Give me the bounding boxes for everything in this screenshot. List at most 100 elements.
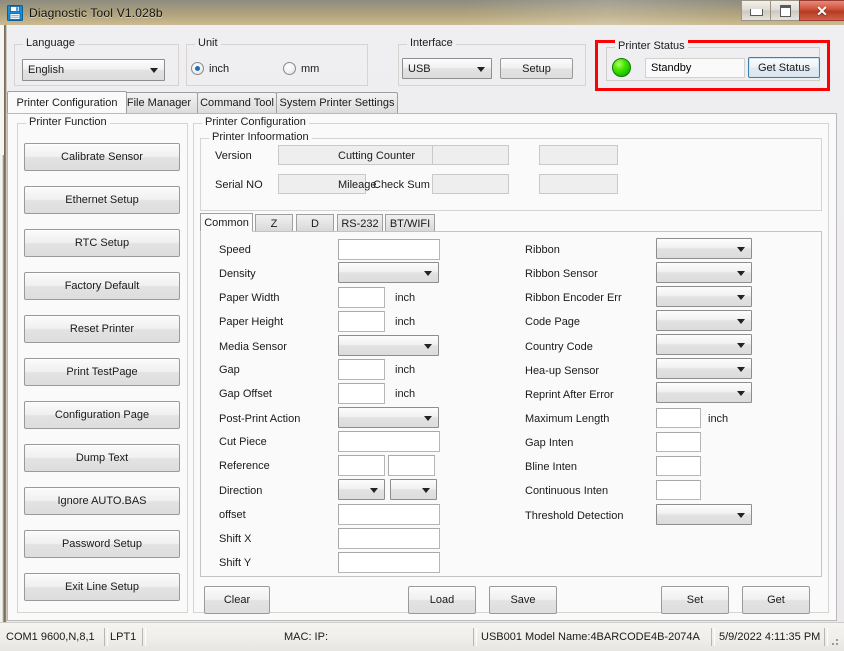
maximum-length-input[interactable] — [656, 408, 701, 428]
tab-file-manager[interactable]: File Manager — [120, 92, 198, 113]
factory-default-label: Factory Default — [64, 280, 140, 292]
speed-label: Speed — [219, 244, 251, 256]
close-button[interactable]: ✕ — [799, 0, 844, 21]
reset-printer-button[interactable]: Reset Printer — [24, 315, 180, 343]
exit-line-setup-button[interactable]: Exit Line Setup — [24, 573, 180, 601]
ribbon-select[interactable] — [656, 238, 752, 259]
calibrate-sensor-button[interactable]: Calibrate Sensor — [24, 143, 180, 171]
interface-setup-button[interactable]: Setup — [500, 58, 573, 79]
close-icon: ✕ — [816, 2, 828, 19]
continuous-inten-input[interactable] — [656, 480, 701, 500]
print-testpage-button[interactable]: Print TestPage — [24, 358, 180, 386]
chevron-down-icon — [737, 512, 745, 518]
status-separator-2 — [142, 628, 146, 646]
interface-select[interactable]: USB — [402, 58, 492, 79]
threshold-detection-select[interactable] — [656, 504, 752, 525]
printer-function-legend: Printer Function — [26, 116, 110, 128]
save-button[interactable]: Save — [489, 586, 557, 614]
reprint-after-error-select[interactable] — [656, 382, 752, 403]
configuration-page-button[interactable]: Configuration Page — [24, 401, 180, 429]
gap-input[interactable] — [338, 359, 385, 380]
status-usb-model-cell: USB001 Model Name:4BARCODE4B-2074A — [481, 627, 700, 647]
tab-printer-configuration-label: Printer Configuration — [16, 96, 118, 109]
interface-value: USB — [408, 62, 431, 75]
media-sensor-label: Media Sensor — [219, 341, 287, 353]
paper-height-input[interactable] — [338, 311, 385, 332]
reference-input-x[interactable] — [338, 455, 385, 476]
password-setup-button[interactable]: Password Setup — [24, 530, 180, 558]
shift-x-label: Shift X — [219, 533, 252, 545]
speed-input[interactable] — [338, 239, 440, 260]
subtab-d[interactable]: D — [296, 214, 334, 232]
chevron-down-icon — [150, 68, 158, 73]
code-page-select[interactable] — [656, 310, 752, 331]
radio-dot-icon — [283, 62, 296, 75]
subtab-rs232[interactable]: RS-232 — [337, 214, 383, 232]
mileage-field-1[interactable] — [432, 174, 509, 194]
ribbon-sensor-select[interactable] — [656, 262, 752, 283]
get-button[interactable]: Get — [742, 586, 810, 614]
gap-offset-input[interactable] — [338, 383, 385, 404]
hea-up-sensor-label: Hea-up Sensor — [525, 365, 599, 377]
get-status-label: Get Status — [758, 61, 810, 74]
dump-text-button[interactable]: Dump Text — [24, 444, 180, 472]
hea-up-sensor-select[interactable] — [656, 358, 752, 379]
clear-button[interactable]: Clear — [204, 586, 270, 614]
shift-x-input[interactable] — [338, 528, 440, 549]
unit-radio-inch[interactable]: inch — [191, 62, 229, 75]
offset-input[interactable] — [338, 504, 440, 525]
chevron-down-icon — [737, 342, 745, 348]
chevron-down-icon — [737, 390, 745, 396]
unit-radio-mm[interactable]: mm — [283, 62, 319, 75]
cutting-counter-label: Cutting Counter — [338, 150, 416, 162]
ribbon-encoder-err-select[interactable] — [656, 286, 752, 307]
tab-system-printer-settings[interactable]: System Printer Settings — [276, 92, 398, 113]
get-status-button[interactable]: Get Status — [748, 57, 820, 78]
post-print-action-label: Post-Print Action — [219, 413, 301, 425]
load-button[interactable]: Load — [408, 586, 476, 614]
reprint-after-error-label: Reprint After Error — [525, 389, 614, 401]
status-com-text: COM1 9600,N,8,1 — [6, 631, 95, 643]
subtab-btwifi[interactable]: BT/WIFI — [385, 214, 435, 232]
language-select[interactable]: English — [22, 59, 165, 81]
rtc-setup-button[interactable]: RTC Setup — [24, 229, 180, 257]
minimize-button[interactable] — [741, 0, 770, 21]
chevron-down-icon — [424, 270, 432, 276]
ethernet-setup-button[interactable]: Ethernet Setup — [24, 186, 180, 214]
check-sum-label: Check Sum — [373, 179, 430, 191]
country-code-select[interactable] — [656, 334, 752, 355]
density-select[interactable] — [338, 262, 439, 283]
subtab-z[interactable]: Z — [255, 214, 293, 232]
cut-piece-input[interactable] — [338, 431, 440, 452]
direction-select-1[interactable] — [338, 479, 385, 500]
bline-inten-input[interactable] — [656, 456, 701, 476]
status-datetime-text: 5/9/2022 4:11:35 PM — [719, 631, 821, 643]
shift-y-input[interactable] — [338, 552, 440, 573]
ignore-autobas-button[interactable]: Ignore AUTO.BAS — [24, 487, 180, 515]
factory-default-button[interactable]: Factory Default — [24, 272, 180, 300]
resize-grip-icon[interactable] — [828, 635, 840, 647]
paper-width-input[interactable] — [338, 287, 385, 308]
mileage-field-2[interactable] — [539, 174, 618, 194]
language-value: English — [28, 64, 65, 76]
gap-offset-unit: inch — [395, 388, 416, 400]
status-usb-model-text: USB001 Model Name:4BARCODE4B-2074A — [481, 631, 700, 643]
cutting-counter-field-2[interactable] — [539, 145, 618, 165]
direction-select-2[interactable] — [390, 479, 437, 500]
cutting-counter-field-1[interactable] — [432, 145, 509, 165]
set-button[interactable]: Set — [661, 586, 729, 614]
reference-input-y[interactable] — [388, 455, 435, 476]
gap-inten-label: Gap Inten — [525, 437, 574, 449]
password-setup-label: Password Setup — [61, 538, 143, 550]
post-print-action-select[interactable] — [338, 407, 439, 428]
tab-printer-configuration[interactable]: Printer Configuration — [7, 91, 127, 113]
load-label: Load — [429, 594, 455, 606]
media-sensor-select[interactable] — [338, 335, 439, 356]
tab-command-tool[interactable]: Command Tool — [197, 92, 277, 113]
gap-inten-input[interactable] — [656, 432, 701, 452]
reset-printer-label: Reset Printer — [69, 323, 135, 335]
subtab-common[interactable]: Common — [200, 213, 253, 232]
maximize-button[interactable] — [770, 0, 799, 21]
chevron-down-icon — [424, 415, 432, 421]
printer-status-text: Standby — [651, 62, 692, 74]
